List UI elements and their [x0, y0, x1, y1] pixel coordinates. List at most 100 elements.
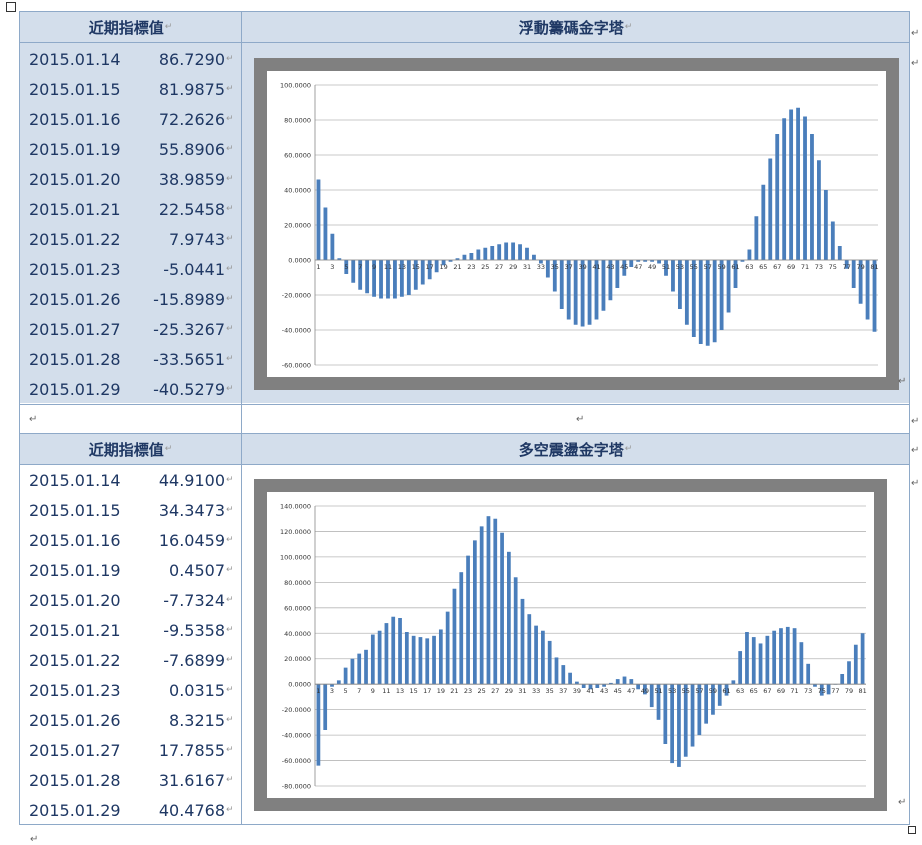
table-row: 2015.01.23 -5.0441 ↵ — [29, 254, 234, 284]
x-tick-label: 23 — [467, 263, 475, 271]
bar — [511, 242, 516, 260]
table-row: 2015.01.21 22.5458 ↵ — [29, 194, 234, 224]
bar — [518, 244, 522, 260]
row-value: 44.9100 — [158, 470, 225, 490]
x-tick-label: 79 — [845, 687, 853, 695]
table1-right-header: 浮動籌碼金字塔 ↵ — [242, 12, 909, 42]
x-tick-label: 49 — [648, 263, 656, 271]
x-tick-label: 25 — [478, 687, 486, 695]
table-resize-handle[interactable] — [908, 826, 916, 834]
y-tick-label: 40.0000 — [284, 187, 311, 195]
bar — [497, 244, 502, 260]
x-tick-label: 59 — [709, 687, 717, 695]
row-value: 0.4507 — [169, 560, 225, 580]
bar — [622, 676, 627, 685]
x-tick-label: 65 — [750, 687, 758, 695]
x-tick-label: 25 — [481, 263, 489, 271]
bar — [738, 651, 743, 685]
table-row: 2015.01.15 81.9875 ↵ — [29, 74, 234, 104]
x-tick-label: 11 — [382, 687, 390, 695]
table-row: 2015.01.19 55.8906 ↵ — [29, 134, 234, 164]
y-tick-label: 60.0000 — [284, 152, 311, 160]
row-value: 22.5458 — [158, 199, 225, 219]
x-tick-label: 29 — [509, 263, 517, 271]
bar — [406, 260, 411, 295]
bar — [452, 588, 457, 685]
y-tick-label: -20.0000 — [282, 292, 311, 300]
table2-right-header: 多空震盪金字塔 ↵ — [242, 434, 909, 464]
row-value: 86.7290 — [158, 49, 225, 69]
bar — [500, 532, 504, 685]
x-tick-label: 51 — [662, 263, 670, 271]
x-tick-label: 63 — [745, 263, 753, 271]
y-tick-label: 80.0000 — [284, 117, 311, 125]
x-tick-label: 27 — [495, 263, 503, 271]
x-tick-label: 13 — [398, 263, 406, 271]
bar — [527, 614, 532, 685]
table2-left-header: 近期指標值 ↵ — [20, 434, 241, 464]
bar — [761, 184, 766, 260]
bar — [559, 260, 564, 309]
row-value: 17.7855 — [158, 740, 225, 760]
bar — [365, 260, 370, 294]
y-tick-label: 20.0000 — [284, 222, 311, 230]
x-tick-label: 17 — [426, 263, 434, 271]
y-tick-label: -40.0000 — [282, 732, 311, 740]
x-tick-label: 45 — [620, 263, 628, 271]
row-date: 2015.01.27 — [29, 740, 121, 760]
bar — [398, 618, 402, 685]
bar — [758, 643, 763, 685]
chart2-paragraph-mark: ↵ — [898, 797, 907, 808]
bar — [568, 672, 572, 685]
x-tick-label: 65 — [759, 263, 767, 271]
x-tick-label: 21 — [450, 687, 458, 695]
bar — [581, 684, 586, 688]
bar — [670, 684, 675, 764]
bar — [698, 260, 703, 344]
bar — [323, 684, 328, 730]
x-tick-label: 3 — [330, 263, 334, 271]
y-tick-label: 100.0000 — [280, 82, 311, 90]
x-tick-label: 3 — [330, 687, 334, 695]
x-tick-label: 9 — [371, 687, 375, 695]
bar — [525, 247, 529, 260]
row-value: 55.8906 — [158, 139, 225, 159]
row-date: 2015.01.29 — [29, 379, 121, 399]
x-tick-label: 9 — [372, 263, 376, 271]
paragraph-mark: ↵ — [226, 144, 234, 154]
x-tick-label: 45 — [614, 687, 622, 695]
chart1-area: 100.0000 80.0000 60.0000 40.0000 20.0000 0.00… — [267, 71, 886, 377]
bar — [469, 253, 474, 260]
x-tick-label: 67 — [773, 263, 781, 271]
paragraph-mark: ↵ — [226, 685, 234, 695]
bar — [476, 249, 481, 260]
row-date: 2015.01.16 — [29, 530, 121, 550]
bar — [754, 216, 759, 260]
bar — [479, 526, 484, 685]
bar — [817, 160, 821, 260]
paragraph-mark: ↵ — [226, 625, 234, 635]
table2-header-rule — [20, 464, 909, 465]
x-tick-label: 53 — [676, 263, 684, 271]
bar — [853, 644, 858, 685]
table-move-handle[interactable] — [6, 2, 16, 12]
bar — [799, 642, 804, 685]
paragraph-mark: ↵ — [226, 565, 234, 575]
y-tick-label: -20.0000 — [282, 706, 311, 714]
x-tick-label: 73 — [804, 687, 812, 695]
paragraph-mark: ↵ — [226, 595, 234, 605]
row-date: 2015.01.15 — [29, 79, 121, 99]
bar — [691, 260, 696, 337]
bar — [587, 260, 592, 325]
x-tick-label: 61 — [731, 263, 739, 271]
x-tick-label: 15 — [412, 263, 420, 271]
paragraph-mark: ↵ — [226, 174, 234, 184]
bar — [629, 260, 634, 267]
bar — [350, 658, 355, 685]
row-date: 2015.01.14 — [29, 49, 121, 69]
x-tick-label: 31 — [523, 263, 531, 271]
x-tick-label: 11 — [384, 263, 392, 271]
bar — [595, 684, 600, 688]
x-tick-label: 61 — [722, 687, 730, 695]
y-tick-label: -60.0000 — [282, 757, 311, 765]
